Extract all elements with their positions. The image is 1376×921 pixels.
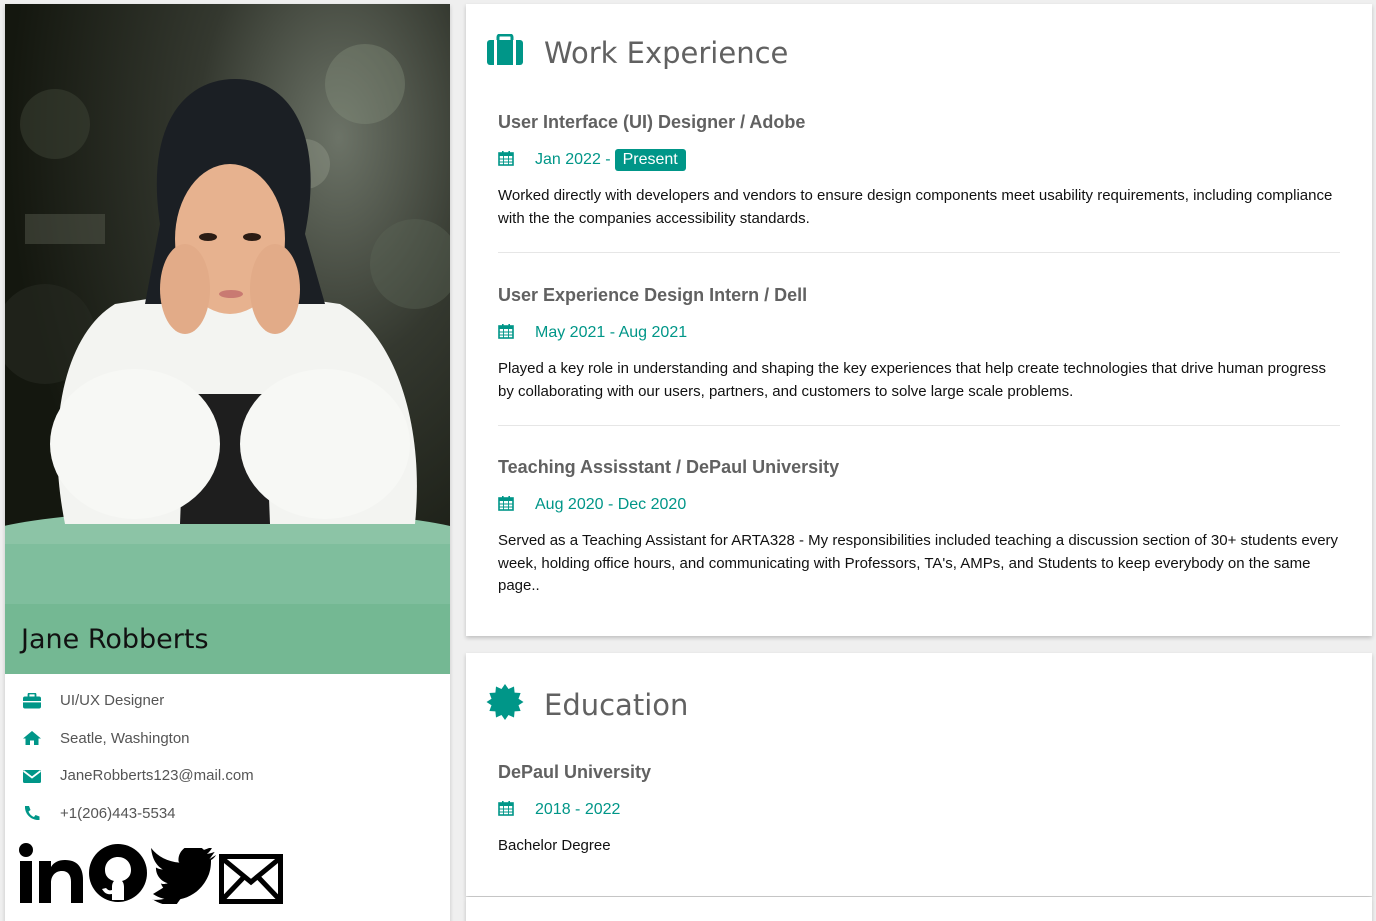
divider (498, 252, 1340, 253)
github-icon[interactable] (87, 842, 149, 909)
linkedin-icon[interactable] (19, 842, 85, 909)
work-header: Work Experience (486, 33, 789, 71)
work-title: Work Experience (544, 35, 789, 70)
work-entry: User Experience Design Intern / Dell May… (498, 285, 1340, 403)
mail-icon[interactable] (219, 854, 283, 909)
contact-email-text[interactable]: JaneRobberts123@mail.com (60, 767, 254, 784)
profile-photo: Jane Robberts (5, 4, 450, 674)
contact-email[interactable]: JaneRobberts123@mail.com (5, 757, 450, 795)
present-badge: Present (614, 149, 686, 171)
profile-card: Jane Robberts UI/UX Designer Seatle, Was… (5, 4, 450, 921)
contact-location: Seatle, Washington (5, 720, 450, 758)
education-entry-date-text: 2018 - 2022 (535, 801, 621, 818)
profile-name: Jane Robberts (21, 624, 209, 655)
education-entry-description: Bachelor Degree (498, 837, 611, 854)
twitter-icon[interactable] (151, 845, 217, 909)
work-entry-date-text: Jan 2022 - (535, 151, 611, 168)
certificate-icon (486, 683, 524, 726)
phone-icon (22, 803, 60, 823)
work-entry-title: User Interface (UI) Designer / Adobe (498, 112, 806, 132)
work-entry: User Interface (UI) Designer / Adobe Jan… (498, 112, 1340, 230)
education-card: Education DePaul University 2018 - 2022 … (466, 653, 1372, 896)
contact-job: UI/UX Designer (5, 682, 450, 720)
calendar-icon (498, 800, 535, 821)
work-entry-title: User Experience Design Intern / Dell (498, 285, 808, 305)
work-entry-date: May 2021 - Aug 2021 (498, 321, 1340, 345)
work-entry-description: Served as a Teaching Assistant for ARTA3… (498, 532, 1339, 594)
work-entry-title: Teaching Assisstant / DePaul University (498, 457, 840, 477)
contact-location-text: Seatle, Washington (60, 729, 190, 747)
education-title: Education (544, 687, 689, 722)
education-entry: DePaul University 2018 - 2022 Bachelor D… (498, 762, 1340, 858)
education-entry-title: DePaul University (498, 762, 652, 782)
home-icon (22, 728, 60, 748)
work-entry-description: Worked directly with developers and vend… (498, 187, 1333, 227)
work-entry: Teaching Assisstant / DePaul University … (498, 457, 1340, 598)
education-entry-date: 2018 - 2022 (498, 798, 1340, 822)
briefcase-icon (486, 33, 524, 71)
contact-phone[interactable]: +1(206)443-5534 (5, 795, 450, 833)
calendar-icon (498, 150, 535, 171)
work-entry-date: Jan 2022 - Present (498, 148, 1340, 172)
work-entry-date-text: Aug 2020 - Dec 2020 (535, 496, 687, 513)
work-entry-date: Aug 2020 - Dec 2020 (498, 493, 1340, 517)
next-card (466, 897, 1372, 921)
briefcase-icon (22, 691, 60, 711)
work-entry-description: Played a key role in understanding and s… (498, 360, 1327, 400)
work-experience-card: Work Experience User Interface (UI) Desi… (466, 4, 1372, 636)
education-header: Education (486, 683, 688, 726)
divider (498, 425, 1340, 426)
social-links (19, 842, 283, 909)
calendar-icon (498, 495, 535, 516)
work-entry-date-text: May 2021 - Aug 2021 (535, 324, 688, 341)
envelope-icon (22, 766, 60, 786)
contact-list: UI/UX Designer Seatle, Washington JaneRo… (5, 682, 450, 832)
contact-phone-text[interactable]: +1(206)443-5534 (60, 805, 176, 822)
contact-job-text: UI/UX Designer (60, 692, 165, 710)
calendar-icon (498, 323, 535, 344)
